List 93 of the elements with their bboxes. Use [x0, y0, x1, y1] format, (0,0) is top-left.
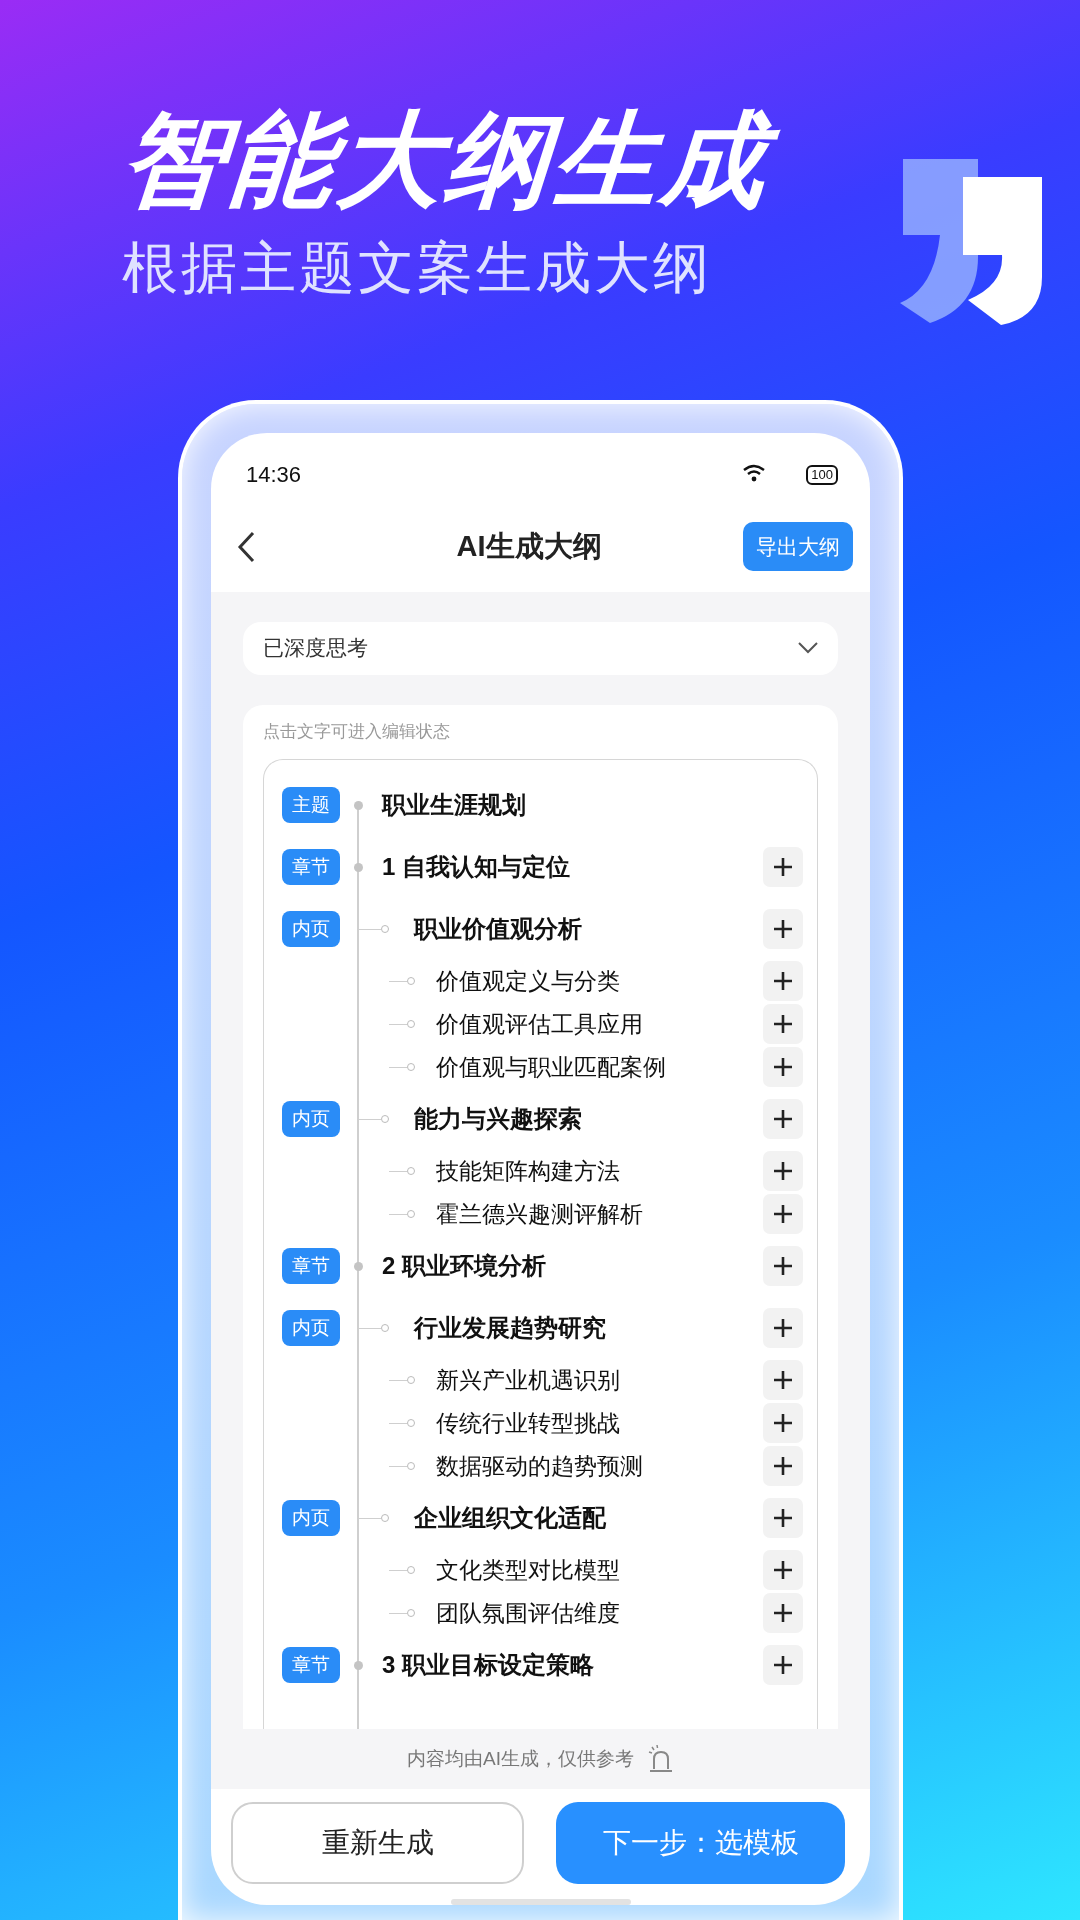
quote-mark-icon [900, 157, 1042, 325]
outline-item[interactable]: 行业发展趋势研究 [414, 1312, 606, 1345]
tree-connector [358, 1514, 389, 1523]
outline-item[interactable]: 能力与兴趣探索 [414, 1103, 582, 1136]
outline-item[interactable]: 传统行业转型挑战 [436, 1407, 620, 1439]
add-button[interactable] [763, 847, 803, 888]
outline-item[interactable]: 3 职业目标设定策略 [382, 1649, 594, 1682]
add-button[interactable] [763, 1246, 803, 1287]
plus-icon [773, 1161, 793, 1182]
status-time: 14:36 [246, 462, 302, 489]
outline-item[interactable]: 价值观评估工具应用 [436, 1008, 643, 1040]
tree-connector [389, 1609, 415, 1618]
plus-icon [773, 1655, 793, 1676]
plus-icon [773, 971, 793, 992]
tree-connector [389, 1419, 415, 1428]
add-button[interactable] [763, 961, 803, 1002]
outline-item[interactable]: 2 职业环境分析 [382, 1250, 546, 1283]
outline-item[interactable]: 团队氛围评估维度 [436, 1597, 620, 1629]
plus-icon [773, 1508, 793, 1529]
regenerate-button[interactable]: 重新生成 [231, 1802, 524, 1884]
wifi-icon [742, 464, 767, 483]
outline-item[interactable]: 企业组织文化适配 [414, 1502, 606, 1535]
plus-icon [773, 1603, 793, 1624]
level-tag: 章节 [282, 849, 340, 886]
tree-connector [358, 925, 389, 934]
node-dot [354, 800, 363, 810]
promo-subtitle: 根据主题文案生成大纲 [122, 235, 713, 301]
outline-item[interactable]: 技能矩阵构建方法 [436, 1155, 620, 1187]
tree-connector [358, 1324, 389, 1333]
add-button[interactable] [763, 1645, 803, 1686]
outline-item[interactable]: 1 自我认知与定位 [382, 851, 570, 884]
alarm-icon [647, 1745, 674, 1773]
level-tag: 内页 [282, 1310, 340, 1347]
add-button[interactable] [763, 1194, 803, 1235]
outline-item[interactable]: 数据驱动的趋势预测 [436, 1450, 643, 1482]
add-button[interactable] [763, 1498, 803, 1539]
add-button[interactable] [763, 909, 803, 950]
add-button[interactable] [763, 1308, 803, 1349]
page-title: AI生成大纲 [455, 528, 603, 564]
tree-connector [389, 1210, 415, 1219]
chevron-icon[interactable] [798, 642, 818, 655]
edit-hint: 点击文字可进入编辑状态 [263, 720, 451, 743]
tree-connector [389, 1020, 415, 1029]
promo-title: 智能大纲生成 [117, 95, 905, 225]
tree-connector [358, 1115, 389, 1124]
level-tag: 内页 [282, 1101, 340, 1138]
battery-icon: 100 [806, 465, 838, 486]
tree-connector [389, 1566, 415, 1575]
level-tag: 内页 [282, 911, 340, 948]
thinking-dropdown[interactable]: 已深度思考 [243, 621, 838, 675]
add-button[interactable] [763, 1446, 803, 1487]
outline-item[interactable]: 新兴产业机遇识别 [436, 1364, 620, 1396]
plus-icon [773, 1413, 793, 1434]
add-button[interactable] [763, 1004, 803, 1045]
node-dot [354, 1261, 363, 1271]
tree-connector [389, 1063, 415, 1072]
plus-icon [773, 1204, 793, 1225]
plus-icon [773, 857, 793, 878]
tree-connector [389, 1376, 415, 1385]
add-button[interactable] [763, 1151, 803, 1192]
add-button[interactable] [763, 1099, 803, 1140]
back-icon[interactable] [237, 530, 255, 563]
outline-item[interactable]: 霍兰德兴趣测评解析 [436, 1198, 643, 1230]
plus-icon [773, 1560, 793, 1581]
thinking-label: 已深度思考 [263, 635, 369, 662]
ai-disclaimer: 内容均由AI生成，仅供参考 [407, 1747, 634, 1771]
level-tag: 章节 [282, 1647, 340, 1684]
plus-icon [773, 1318, 793, 1339]
outline-item[interactable]: 职业生涯规划 [382, 789, 526, 822]
node-dot [354, 862, 363, 872]
add-button[interactable] [763, 1047, 803, 1088]
tree-connector [389, 1167, 415, 1176]
outline-item[interactable]: 职业价值观分析 [414, 913, 582, 946]
plus-icon [773, 1370, 793, 1391]
node-dot [354, 1660, 363, 1670]
add-button[interactable] [763, 1360, 803, 1401]
plus-icon [773, 1456, 793, 1477]
level-tag: 内页 [282, 1500, 340, 1537]
plus-icon [773, 919, 793, 940]
plus-icon [773, 1057, 793, 1078]
add-button[interactable] [763, 1550, 803, 1591]
plus-icon [773, 1014, 793, 1035]
plus-icon [773, 1109, 793, 1130]
outline-item[interactable]: 价值观定义与分类 [436, 965, 620, 997]
tree-connector [389, 1462, 415, 1471]
outline-item[interactable]: 文化类型对比模型 [436, 1554, 620, 1586]
level-tag: 主题 [282, 787, 340, 824]
level-tag: 章节 [282, 1248, 340, 1285]
outline-item[interactable]: 价值观与职业匹配案例 [436, 1051, 666, 1083]
add-button[interactable] [763, 1593, 803, 1634]
add-button[interactable] [763, 1403, 803, 1444]
plus-icon [773, 1256, 793, 1277]
tree-connector [389, 977, 415, 986]
